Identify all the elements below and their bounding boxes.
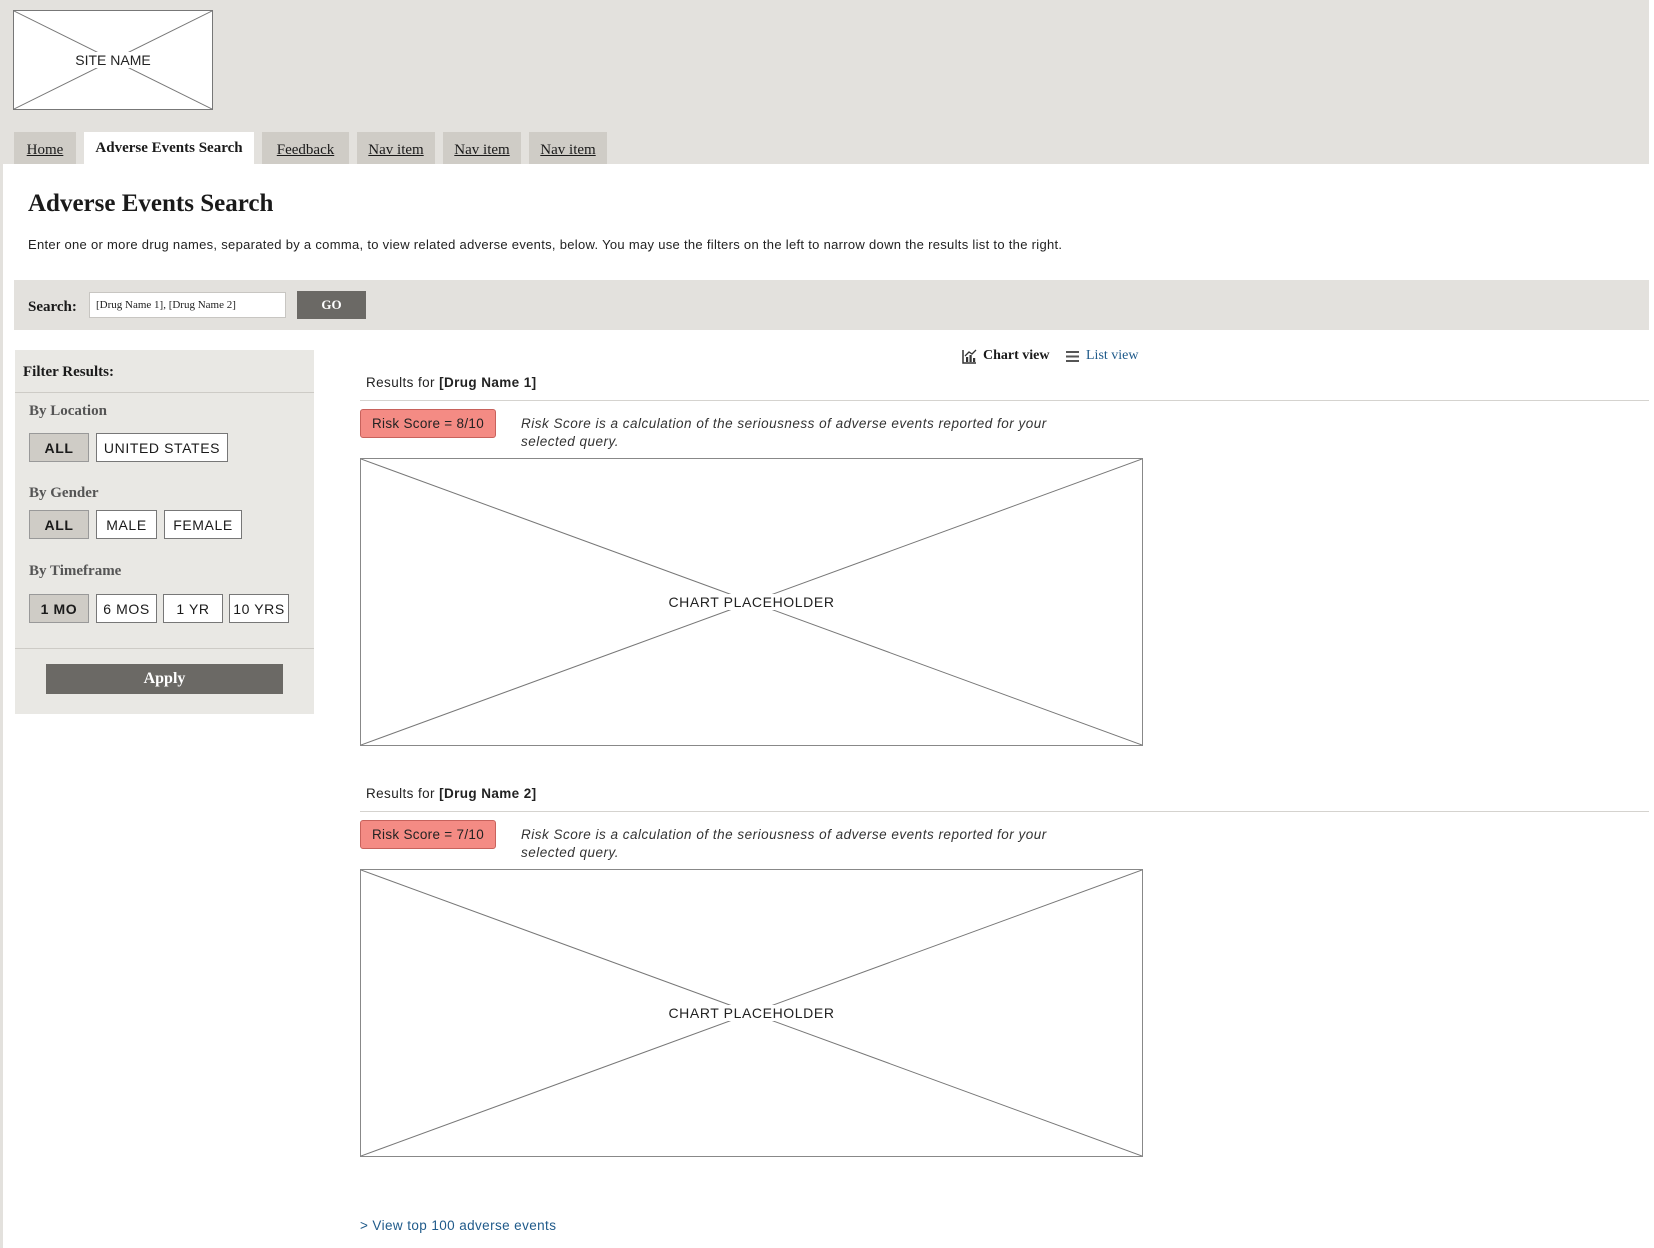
intro-text: Enter one or more drug names, separated … (28, 237, 1063, 252)
timeframe-10yrs-button[interactable]: 10 YRS (229, 594, 289, 623)
results-drug-name: [Drug Name 1] (439, 375, 537, 390)
timeframe-6mos-button[interactable]: 6 MOS (96, 594, 157, 623)
list-view-icon (1066, 350, 1079, 362)
results-heading-2: Results for [Drug Name 2] (366, 786, 537, 801)
location-united-states-button[interactable]: UNITED STATES (96, 433, 228, 462)
location-all-button[interactable]: ALL (29, 433, 89, 462)
filter-divider (15, 392, 314, 393)
tab-adverse-events-search[interactable]: Adverse Events Search (84, 132, 254, 164)
results-prefix: Results for (366, 375, 440, 390)
site-logo[interactable]: SITE NAME (13, 10, 213, 110)
tab-feedback[interactable]: Feedback (262, 132, 349, 164)
apply-button[interactable]: Apply (46, 664, 283, 694)
view-top-adverse-events-link[interactable]: > View top 100 adverse events (360, 1218, 556, 1233)
risk-score-note: Risk Score is a calculation of the serio… (521, 416, 1047, 449)
tab-nav-item-3[interactable]: Nav item (529, 132, 607, 164)
tab-home[interactable]: Home (14, 132, 76, 164)
risk-score-badge: Risk Score = 8/10 (360, 409, 496, 438)
tab-nav-item-1[interactable]: Nav item (357, 132, 435, 164)
page-title: Adverse Events Search (28, 190, 274, 217)
risk-score-badge: Risk Score = 7/10 (360, 820, 496, 849)
risk-score-note: Risk Score is a calculation of the serio… (521, 827, 1047, 860)
filter-location-label: By Location (29, 403, 107, 419)
filter-gender-label: By Gender (29, 485, 99, 501)
chart-view-label: Chart view (983, 348, 1050, 363)
search-input[interactable] (89, 292, 286, 318)
chart-view-toggle[interactable]: Chart view (962, 348, 1050, 364)
list-view-label: List view (1086, 348, 1139, 363)
filter-title: Filter Results: (23, 364, 114, 380)
filter-timeframe-label: By Timeframe (29, 563, 122, 579)
chart-view-icon (962, 349, 977, 364)
gender-all-button[interactable]: ALL (29, 510, 89, 539)
results-prefix: Results for (366, 786, 440, 801)
chart-placeholder: CHART PLACEHOLDER (360, 458, 1143, 746)
results-divider (360, 811, 1649, 812)
timeframe-1mo-button[interactable]: 1 MO (29, 594, 89, 623)
timeframe-1yr-button[interactable]: 1 YR (163, 594, 223, 623)
page-edge (0, 0, 3, 1248)
chart-placeholder-label: CHART PLACEHOLDER (662, 594, 841, 610)
chart-placeholder: CHART PLACEHOLDER (360, 869, 1143, 1157)
list-view-toggle[interactable]: List view (1065, 348, 1139, 364)
results-heading-1: Results for [Drug Name 1] (366, 375, 537, 390)
go-button[interactable]: GO (297, 291, 366, 319)
chart-placeholder-label: CHART PLACEHOLDER (662, 1005, 841, 1021)
results-drug-name: [Drug Name 2] (439, 786, 537, 801)
gender-male-button[interactable]: MALE (96, 510, 157, 539)
filter-divider (15, 648, 314, 649)
results-divider (360, 400, 1649, 401)
search-label: Search: (28, 299, 77, 315)
gender-female-button[interactable]: FEMALE (164, 510, 242, 539)
tab-nav-item-2[interactable]: Nav item (443, 132, 521, 164)
logo-text: SITE NAME (73, 52, 153, 68)
